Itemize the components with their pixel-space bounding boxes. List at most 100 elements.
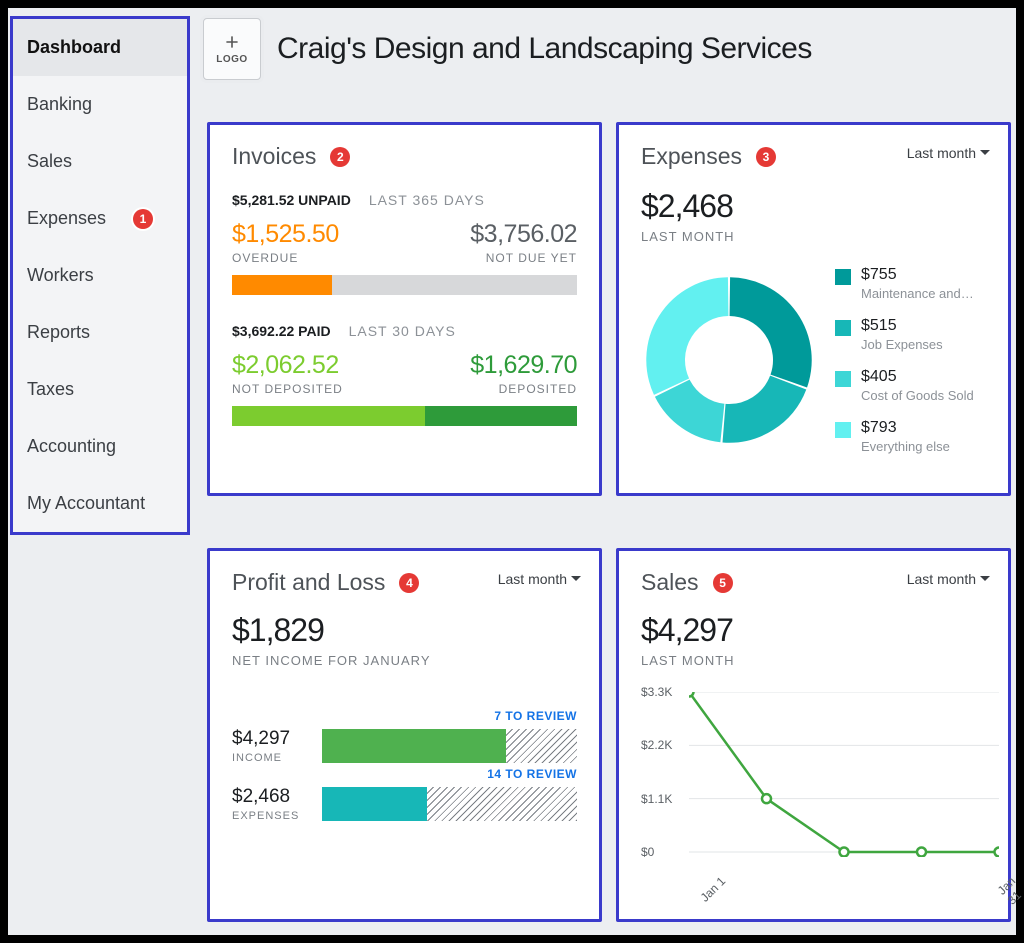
x-label: Jan 31 <box>995 874 1024 907</box>
pl-income-bar: 7 TO REVIEW <box>322 729 577 763</box>
sidebar-item-taxes[interactable]: Taxes <box>13 361 187 418</box>
legend-swatch <box>835 269 851 285</box>
sidebar-item-expenses[interactable]: Expenses 1 <box>13 190 187 247</box>
y-tick: $2.2K <box>641 738 672 752</box>
sidebar-item-label: Expenses <box>27 208 106 228</box>
pl-range-select[interactable]: Last month <box>498 571 581 587</box>
donut-slice <box>666 297 729 387</box>
sidebar-nav: Dashboard Banking Sales Expenses 1 Worke… <box>10 16 190 535</box>
sales-line <box>689 692 999 852</box>
page-header: LOGO Craig's Design and Landscaping Serv… <box>203 18 812 80</box>
legend-label: Cost of Goods Sold <box>861 388 974 403</box>
chevron-down-icon <box>980 574 990 584</box>
bar-segment <box>425 406 577 426</box>
legend-label: Job Expenses <box>861 337 943 352</box>
unpaid-span: LAST 365 DAYS <box>369 192 485 208</box>
chevron-down-icon <box>980 148 990 158</box>
pl-expense-row: $2,468 EXPENSES 14 TO REVIEW <box>232 786 577 822</box>
bar-hatch <box>427 787 577 821</box>
profit-loss-card: Profit and Loss 4 Last month $1,829 NET … <box>207 548 602 922</box>
bar-fill <box>322 729 506 763</box>
deposited-amount[interactable]: $1,629.70 <box>470 351 577 380</box>
logo-button-label: LOGO <box>216 54 247 65</box>
unpaid-bar-chart <box>232 275 577 295</box>
not-due-amount[interactable]: $3,756.02 <box>470 220 577 249</box>
overdue-label: OVERDUE <box>232 251 339 265</box>
y-tick: $3.3K <box>641 685 672 699</box>
card-title: Profit and Loss <box>232 569 385 596</box>
pl-income-label: INCOME <box>232 752 308 764</box>
bar-fill <box>322 787 427 821</box>
legend-amount: $793 <box>861 419 950 437</box>
legend-label: Everything else <box>861 439 950 454</box>
sales-point[interactable] <box>762 794 771 803</box>
callout-badge-5: 5 <box>713 573 733 593</box>
company-name: Craig's Design and Landscaping Services <box>277 32 812 66</box>
range-label: Last month <box>907 571 976 587</box>
sidebar-item-reports[interactable]: Reports <box>13 304 187 361</box>
legend-amount: $515 <box>861 317 943 335</box>
not-deposited-amount[interactable]: $2,062.52 <box>232 351 343 380</box>
legend-amount: $755 <box>861 266 974 284</box>
expenses-range-select[interactable]: Last month <box>907 145 990 161</box>
legend-swatch <box>835 422 851 438</box>
expenses-subline: LAST MONTH <box>641 229 986 244</box>
pl-income-amount: $4,297 <box>232 728 308 750</box>
legend-item[interactable]: $405 Cost of Goods Sold <box>835 368 986 403</box>
sales-range-select[interactable]: Last month <box>907 571 990 587</box>
legend-item[interactable]: $793 Everything else <box>835 419 986 454</box>
pl-total: $1,829 <box>232 612 577 649</box>
bar-segment <box>232 406 425 426</box>
sales-point[interactable] <box>995 848 1000 857</box>
sidebar-item-banking[interactable]: Banking <box>13 76 187 133</box>
overdue-amount[interactable]: $1,525.50 <box>232 220 339 249</box>
donut-slice <box>672 388 722 423</box>
sales-line-chart: $3.3K$2.2K$1.1K$0Jan 1Jan 31 <box>641 692 986 902</box>
legend-swatch <box>835 320 851 336</box>
pl-expense-amount: $2,468 <box>232 786 308 808</box>
sales-point[interactable] <box>917 848 926 857</box>
legend-swatch <box>835 371 851 387</box>
paid-bar-chart <box>232 406 577 426</box>
card-title: Expenses <box>641 143 742 170</box>
sidebar-item-dashboard[interactable]: Dashboard <box>13 19 187 76</box>
callout-badge-1: 1 <box>133 209 153 229</box>
callout-badge-3: 3 <box>756 147 776 167</box>
expenses-donut-chart <box>641 272 817 448</box>
sidebar-item-accounting[interactable]: Accounting <box>13 418 187 475</box>
chevron-down-icon <box>571 574 581 584</box>
pl-income-review-link[interactable]: 7 TO REVIEW <box>494 709 577 723</box>
sidebar-item-sales[interactable]: Sales <box>13 133 187 190</box>
sidebar-item-workers[interactable]: Workers <box>13 247 187 304</box>
bar-hatch <box>506 729 577 763</box>
not-due-label: NOT DUE YET <box>486 251 577 265</box>
legend-item[interactable]: $755 Maintenance and… <box>835 266 986 301</box>
card-title: Sales <box>641 569 699 596</box>
y-tick: $0 <box>641 845 654 859</box>
callout-badge-4: 4 <box>399 573 419 593</box>
plus-icon <box>224 34 240 50</box>
sidebar-item-my-accountant[interactable]: My Accountant <box>13 475 187 532</box>
pl-expense-bar: 14 TO REVIEW <box>322 787 577 821</box>
invoices-card: Invoices 2 $5,281.52 UNPAID LAST 365 DAY… <box>207 122 602 496</box>
sales-total: $4,297 <box>641 612 986 649</box>
sales-point[interactable] <box>840 848 849 857</box>
donut-slice <box>724 383 788 424</box>
sales-point[interactable] <box>689 692 694 697</box>
pl-expense-review-link[interactable]: 14 TO REVIEW <box>487 767 577 781</box>
x-label: Jan 1 <box>698 874 729 905</box>
legend-label: Maintenance and… <box>861 286 974 301</box>
unpaid-total: $5,281.52 UNPAID <box>232 192 351 208</box>
expenses-legend: $755 Maintenance and… $515 Job Expenses … <box>835 266 986 454</box>
range-label: Last month <box>498 571 567 587</box>
bar-segment <box>232 275 332 295</box>
pl-expense-label: EXPENSES <box>232 810 308 822</box>
paid-total: $3,692.22 PAID <box>232 323 331 339</box>
legend-item[interactable]: $515 Job Expenses <box>835 317 986 352</box>
expenses-card: Expenses 3 Last month $2,468 LAST MONTH … <box>616 122 1011 496</box>
sales-subline: LAST MONTH <box>641 653 986 668</box>
not-deposited-label: NOT DEPOSITED <box>232 382 343 396</box>
add-logo-button[interactable]: LOGO <box>203 18 261 80</box>
sales-card: Sales 5 Last month $4,297 LAST MONTH $3.… <box>616 548 1011 922</box>
callout-badge-2: 2 <box>330 147 350 167</box>
